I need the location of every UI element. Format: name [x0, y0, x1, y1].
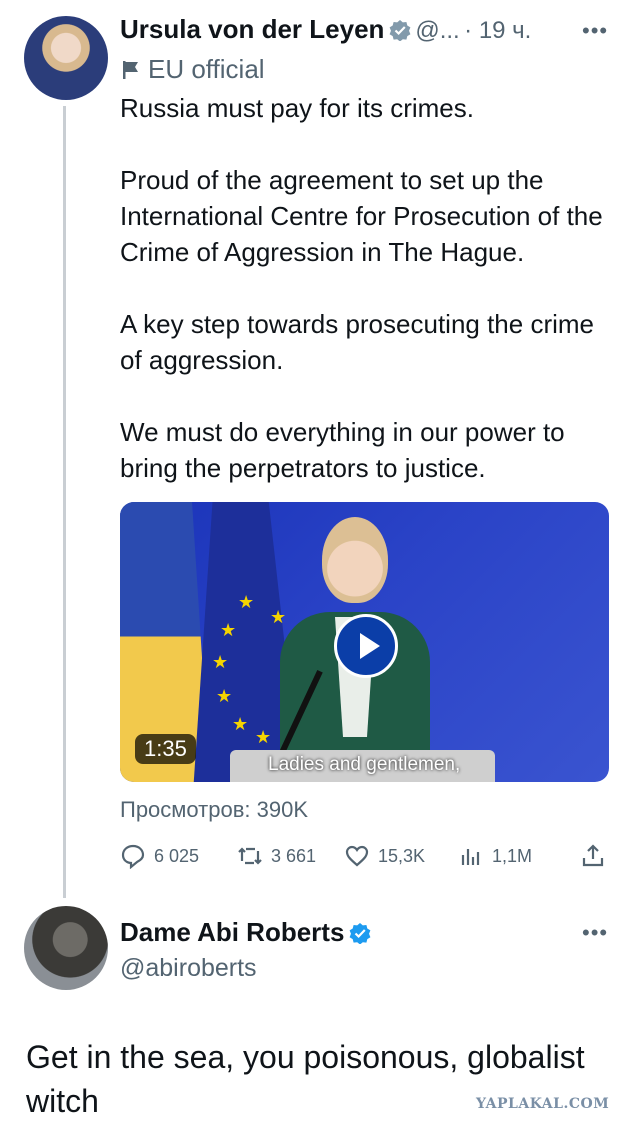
view-count: Просмотров: 390K	[120, 797, 308, 822]
star-icon: ★	[216, 686, 233, 706]
star-icon: ★	[212, 652, 229, 672]
reply-icon	[121, 844, 145, 869]
reply-button[interactable]: 6 025	[120, 843, 199, 869]
author-handle[interactable]: @...	[415, 17, 459, 44]
play-icon[interactable]	[334, 614, 398, 678]
tweet-paragraph: A key step towards prosecuting the crime…	[120, 309, 595, 375]
verified-badge-icon	[389, 20, 411, 41]
action-bar: 6 025 3 661 15,3K 1,1M	[120, 843, 610, 871]
retweet-count: 3 661	[271, 845, 317, 866]
retweet-button[interactable]: 3 661	[237, 843, 316, 869]
video-player[interactable]: ★ ★ ★ ★ ★ ★ ★ ★ 1:35 Ladies and gentleme…	[120, 502, 609, 782]
flag-icon	[123, 60, 138, 79]
retweet-icon	[238, 847, 262, 865]
site-watermark: YAPLAKAL.COM	[476, 1096, 610, 1112]
heart-icon	[345, 845, 369, 867]
views-button[interactable]: 1,1M	[458, 843, 532, 869]
share-button[interactable]	[580, 843, 606, 869]
reply-more-options-icon[interactable]: •••	[582, 920, 608, 946]
reply-author-name[interactable]: Dame Abi Roberts	[120, 917, 344, 947]
tweet-time[interactable]: · 19 ч.	[464, 17, 531, 44]
author-name[interactable]: Ursula von der Leyen	[120, 14, 384, 44]
thread-line	[63, 106, 66, 898]
author-avatar[interactable]	[24, 16, 108, 100]
affiliation-label: EU official	[120, 54, 265, 85]
tweet-paragraph: Russia must pay for its crimes.	[120, 93, 474, 123]
like-count: 15,3K	[378, 845, 426, 866]
star-icon: ★	[220, 620, 237, 640]
verified-badge-icon	[349, 923, 371, 944]
affiliation-text: EU official	[148, 54, 265, 84]
like-button[interactable]: 15,3K	[344, 843, 425, 869]
reply-header: Dame Abi Roberts	[120, 917, 371, 948]
star-icon: ★	[232, 714, 249, 734]
star-icon: ★	[255, 727, 272, 747]
views-count: 1,1M	[492, 845, 533, 866]
share-icon	[582, 844, 604, 867]
tweet-paragraph: We must do everything in our power to br…	[120, 417, 565, 483]
tweet-body: Russia must pay for its crimes. Proud of…	[120, 90, 620, 486]
reply-author-handle[interactable]: @abiroberts	[120, 954, 257, 983]
video-duration: 1:35	[135, 734, 196, 764]
star-icon: ★	[238, 592, 255, 612]
tweet-header: Ursula von der Leyen @... · 19 ч.	[120, 14, 531, 45]
tweet-paragraph: Proud of the agreement to set up the Int…	[120, 165, 603, 267]
more-options-icon[interactable]: •••	[582, 18, 608, 44]
reply-author-avatar[interactable]	[24, 906, 108, 990]
bar-chart-icon	[461, 849, 480, 865]
reply-count: 6 025	[154, 845, 200, 866]
video-subtitle: Ladies and gentlemen,	[268, 754, 461, 775]
